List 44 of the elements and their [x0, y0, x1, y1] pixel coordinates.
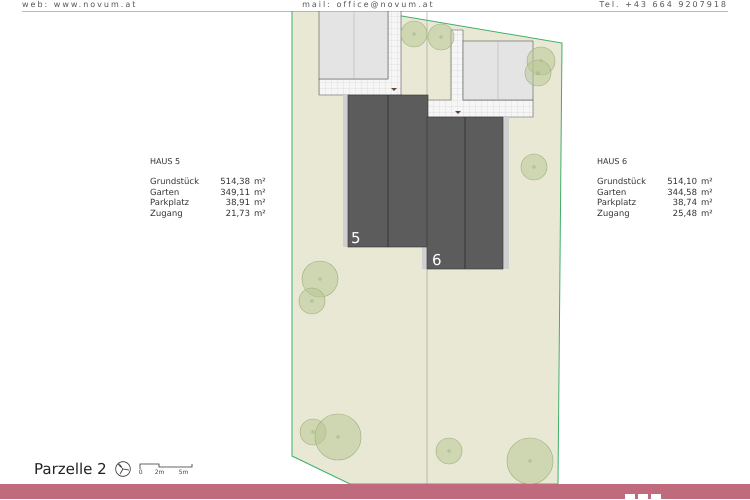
area-label: Zugang: [150, 208, 184, 219]
phone-text: Tel. +43 664 9207918: [599, 0, 728, 11]
area-unit: m²: [254, 188, 267, 198]
area-value: 344,58: [666, 188, 697, 198]
area-unit: m²: [254, 198, 267, 208]
tree-symbol: [436, 438, 462, 464]
website-text: web: www.novum.at: [22, 0, 138, 11]
area-unit: m²: [701, 198, 714, 208]
house-heading: HAUS 5: [150, 157, 180, 166]
area-label: Parkplatz: [597, 198, 638, 208]
area-label: Grundstück: [597, 177, 647, 188]
tree-symbol: [524, 60, 552, 86]
area-label: Parkplatz: [150, 198, 190, 208]
tree-symbol: [298, 288, 326, 314]
scale-bar: [138, 462, 194, 468]
plan-title: Parzelle 2: [34, 460, 107, 478]
entrance-marker-icon: [455, 111, 461, 114]
tree-symbol: [506, 438, 554, 484]
tree-symbol: [428, 24, 454, 50]
area-unit: m²: [254, 208, 267, 219]
area-value: 38,91: [224, 198, 250, 208]
area-value: 514,38: [219, 177, 250, 188]
area-label: Garten: [150, 188, 180, 198]
area-value: 38,74: [672, 198, 697, 208]
email-text: mail: office@novum.at: [302, 0, 435, 11]
area-unit: m²: [701, 188, 714, 198]
area-unit: m²: [701, 208, 714, 219]
area-unit: m²: [254, 177, 267, 188]
north-arrow-icon: [114, 461, 131, 477]
area-value: 21,73: [224, 208, 250, 219]
tree-symbol: [302, 260, 338, 298]
house-number: 5: [351, 229, 361, 247]
area-value: 25,48: [672, 208, 697, 219]
area-value: 349,11: [219, 188, 250, 198]
house-number: 6: [432, 251, 442, 269]
tree-symbol: [520, 154, 548, 180]
area-value: 514,10: [666, 177, 697, 188]
entrance-marker-icon: [391, 88, 397, 91]
area-label: Grundstück: [150, 177, 200, 188]
house-heading: HAUS 6: [597, 157, 628, 166]
area-label: Zugang: [597, 208, 631, 219]
area-label: Garten: [597, 188, 628, 198]
tree-symbol: [400, 20, 428, 48]
area-unit: m²: [701, 177, 714, 188]
